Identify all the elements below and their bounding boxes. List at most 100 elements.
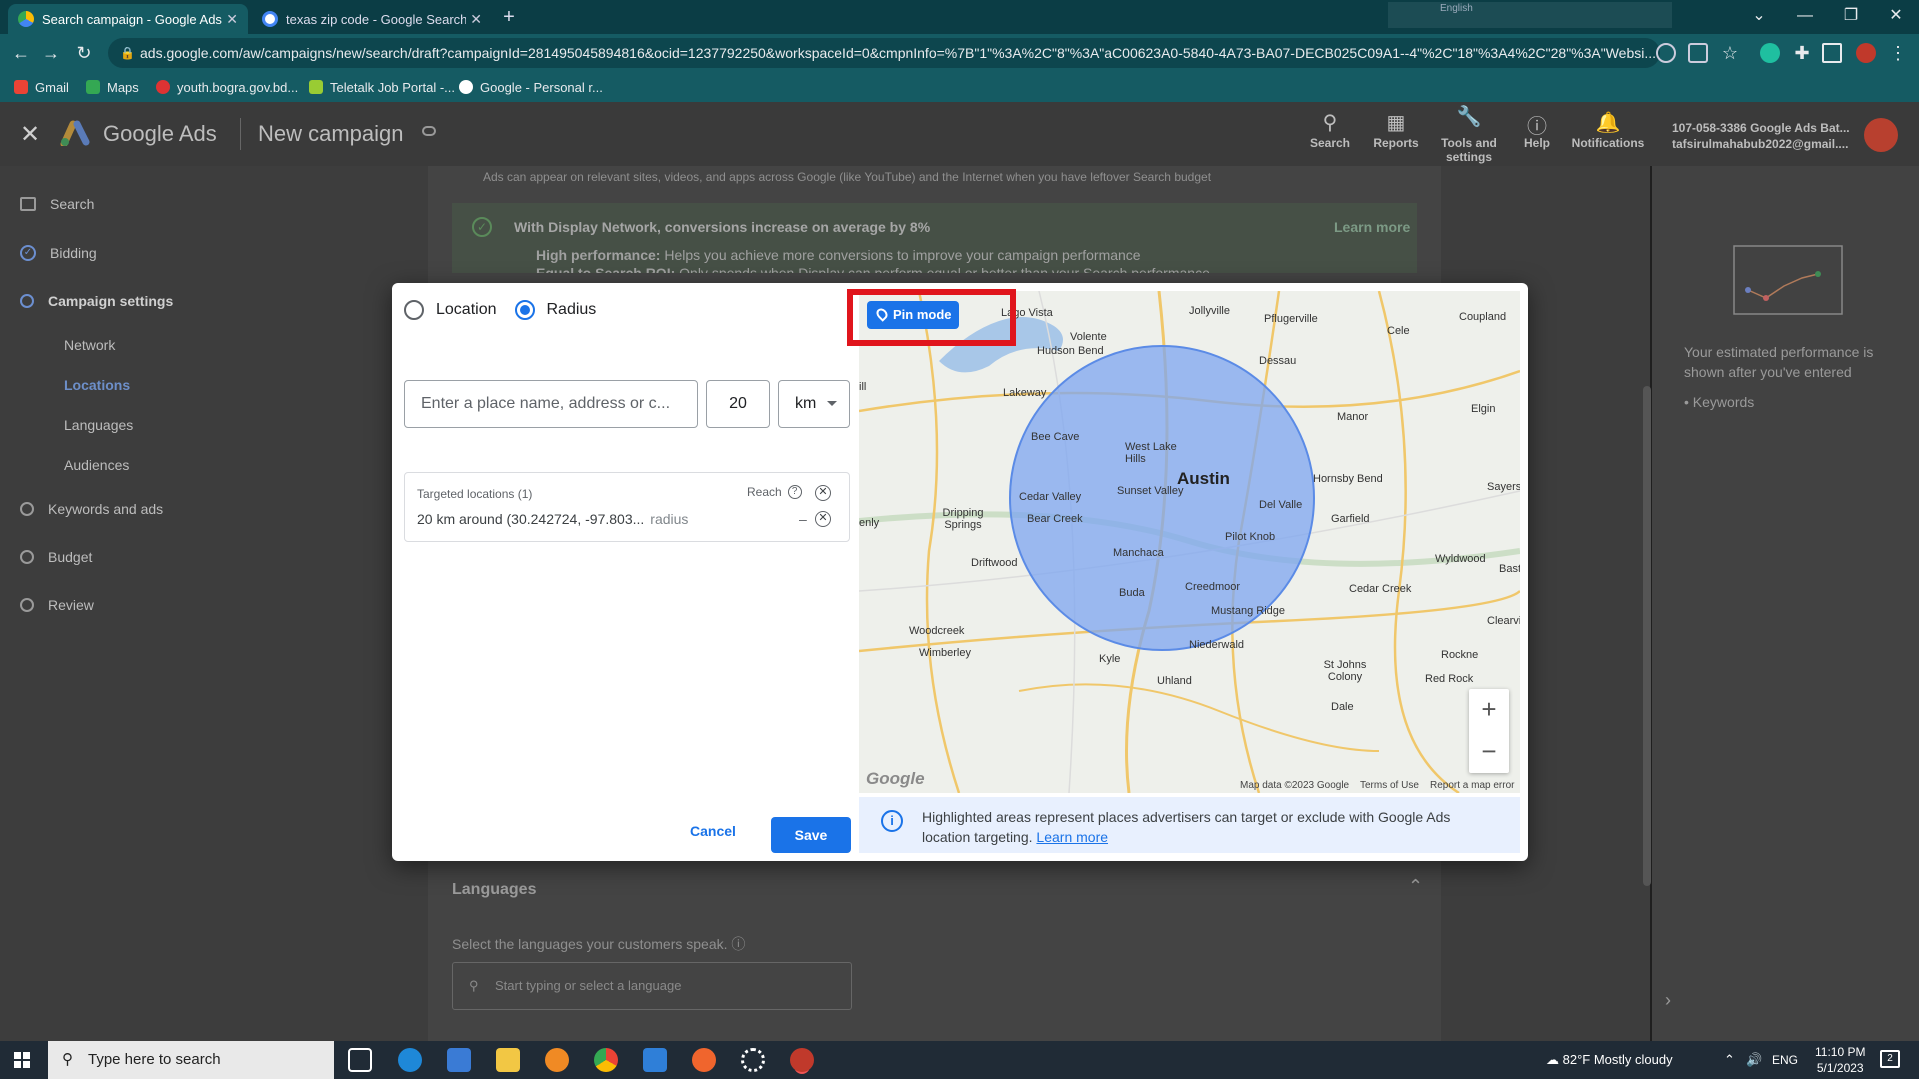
header-search-button[interactable]: ⚲ Search bbox=[1292, 110, 1368, 150]
browser-menu-icon[interactable]: ⋮ bbox=[1886, 41, 1910, 65]
close-tab-icon[interactable]: ✕ bbox=[470, 11, 482, 28]
place-search-input[interactable]: Enter a place name, address or c... bbox=[404, 380, 698, 428]
header-help-button[interactable]: ⓘ Help bbox=[1499, 110, 1575, 150]
url-field[interactable]: 🔒 ads.google.com/aw/campaigns/new/search… bbox=[108, 38, 1660, 68]
bookmark-maps[interactable]: Maps bbox=[86, 77, 139, 97]
sidebar-item-languages[interactable]: Languages bbox=[64, 409, 133, 441]
notification-center-icon[interactable]: 2 bbox=[1880, 1050, 1900, 1068]
help-icon: ⓘ bbox=[1527, 116, 1547, 138]
file-explorer-icon[interactable] bbox=[496, 1048, 520, 1072]
map-label: Clearvie bbox=[1487, 615, 1520, 627]
chrome-active-icon[interactable] bbox=[790, 1048, 814, 1072]
extension-m-icon[interactable] bbox=[1760, 43, 1780, 63]
new-tab-button[interactable]: + bbox=[497, 6, 521, 30]
tray-chevron-icon[interactable]: ⌃ bbox=[1724, 1041, 1735, 1079]
account-info[interactable]: 107-058-3386 Google Ads Bat... tafsirulm… bbox=[1672, 120, 1850, 152]
location-radio[interactable] bbox=[404, 300, 424, 320]
sidebar-item-search[interactable]: Search bbox=[20, 188, 94, 220]
google-lens-icon[interactable] bbox=[1656, 43, 1676, 63]
remove-all-icon[interactable]: ✕ bbox=[815, 485, 831, 501]
help-icon[interactable]: ? bbox=[787, 485, 802, 499]
sidebar-item-review[interactable]: Review bbox=[20, 589, 94, 621]
mail-icon[interactable] bbox=[643, 1048, 667, 1072]
language-search-input[interactable]: ⚲ Start typing or select a language bbox=[452, 962, 852, 1010]
bookmark-star-icon[interactable]: ☆ bbox=[1718, 41, 1742, 65]
task-view-icon[interactable] bbox=[348, 1048, 372, 1072]
close-tab-icon[interactable]: ✕ bbox=[226, 11, 238, 28]
header-reports-button[interactable]: ▦ Reports bbox=[1358, 110, 1434, 150]
reload-icon[interactable]: ↻ bbox=[72, 41, 96, 65]
radius-map[interactable]: Lago Vista Jollyville Pflugerville Cele … bbox=[859, 291, 1520, 793]
radius-radio[interactable] bbox=[514, 300, 535, 320]
banner-learn-more-link[interactable]: Learn more bbox=[1334, 219, 1410, 235]
tab-google-ads[interactable]: Search campaign - Google Ads B ✕ bbox=[8, 4, 248, 34]
bookmark-youth-bogra[interactable]: youth.bogra.gov.bd... bbox=[156, 77, 298, 97]
sidebar-item-audiences[interactable]: Audiences bbox=[64, 449, 129, 481]
account-avatar[interactable] bbox=[1864, 118, 1898, 152]
weather-widget[interactable]: ☁ 82°F Mostly cloudy bbox=[1546, 1041, 1673, 1079]
map-label: Wyldwood bbox=[1435, 553, 1486, 565]
firefox-icon[interactable] bbox=[692, 1048, 716, 1072]
save-button[interactable]: Save bbox=[771, 817, 851, 853]
location-radio-label[interactable]: Location bbox=[436, 301, 497, 319]
bookmark-gmail[interactable]: Gmail bbox=[14, 77, 69, 97]
volume-icon[interactable]: 🔊 bbox=[1746, 1041, 1762, 1079]
search-icon: ⚲ bbox=[62, 1051, 73, 1068]
page-title: New campaign bbox=[258, 121, 404, 146]
radius-unit-select[interactable]: km bbox=[778, 380, 850, 428]
sidebar-item-budget[interactable]: Budget bbox=[20, 541, 92, 573]
store-icon[interactable] bbox=[447, 1048, 471, 1072]
bookmark-google-personal[interactable]: Google - Personal r... bbox=[459, 77, 603, 97]
step-ring-icon bbox=[20, 294, 34, 308]
settings-gear-icon[interactable] bbox=[741, 1048, 765, 1072]
minimize-icon[interactable]: — bbox=[1782, 0, 1828, 34]
side-panel-icon[interactable] bbox=[1822, 43, 1842, 63]
windows-start-icon[interactable] bbox=[14, 1052, 30, 1068]
taskbar-clock[interactable]: 11:10 PM 5/1/2023 bbox=[1815, 1044, 1865, 1076]
sidebar-item-campaign-settings[interactable]: Campaign settings bbox=[20, 285, 173, 317]
radius-radio-label[interactable]: Radius bbox=[547, 301, 597, 319]
map-terms-link[interactable]: Terms of Use bbox=[1360, 780, 1419, 791]
help-icon[interactable]: ⓘ bbox=[731, 936, 745, 952]
search-app-icon[interactable] bbox=[545, 1048, 569, 1072]
profile-avatar[interactable] bbox=[1856, 43, 1876, 63]
bookmark-teletalk[interactable]: Teletalk Job Portal -... bbox=[309, 77, 455, 97]
header-notifications-button[interactable]: 🔔 Notifications bbox=[1570, 110, 1646, 150]
tab-search-icon[interactable]: ⌄ bbox=[1736, 0, 1782, 34]
header-tools-button[interactable]: 🔧 Tools and settings bbox=[1431, 107, 1507, 164]
cloud-icon: ☁ bbox=[1546, 1052, 1563, 1067]
search-icon: ⚲ bbox=[1322, 112, 1338, 134]
input-language[interactable]: ENG bbox=[1772, 1041, 1798, 1079]
step-ring-icon bbox=[20, 598, 34, 612]
zoom-in-icon[interactable]: + bbox=[1469, 689, 1509, 731]
zoom-out-icon[interactable]: − bbox=[1469, 731, 1509, 773]
page-scrollbar[interactable] bbox=[1643, 386, 1651, 886]
share-icon[interactable] bbox=[1688, 43, 1708, 63]
remove-location-icon[interactable]: ✕ bbox=[815, 511, 831, 527]
google-favicon-icon bbox=[262, 11, 278, 27]
extensions-puzzle-icon[interactable]: ✚ bbox=[1790, 41, 1814, 65]
close-window-icon[interactable]: ✕ bbox=[1873, 0, 1919, 34]
sidebar-item-keywords-ads[interactable]: Keywords and ads bbox=[20, 493, 163, 525]
map-label: Coupland bbox=[1459, 311, 1507, 323]
sidebar-item-locations[interactable]: Locations bbox=[64, 369, 130, 401]
chevron-right-icon[interactable]: › bbox=[1665, 990, 1671, 1011]
restore-icon[interactable]: ❐ bbox=[1828, 0, 1874, 34]
back-icon[interactable]: ← bbox=[9, 41, 33, 65]
radius-distance-input[interactable]: 20 bbox=[706, 380, 770, 428]
forward-icon[interactable]: → bbox=[39, 41, 63, 65]
edge-icon[interactable] bbox=[398, 1048, 422, 1072]
info-learn-more-link[interactable]: Learn more bbox=[1036, 829, 1108, 845]
tab-google-search[interactable]: texas zip code - Google Search ✕ bbox=[252, 4, 492, 34]
sidebar-item-network[interactable]: Network bbox=[64, 329, 115, 361]
map-label: Cedar Valley bbox=[1019, 491, 1082, 503]
chevron-up-icon[interactable]: ⌃ bbox=[1408, 876, 1423, 897]
maps-icon bbox=[86, 80, 100, 94]
cancel-button[interactable]: Cancel bbox=[690, 823, 736, 839]
sidebar-item-bidding[interactable]: ✓ Bidding bbox=[20, 237, 97, 269]
close-campaign-icon[interactable]: ✕ bbox=[20, 120, 40, 149]
taskbar-search-input[interactable]: ⚲ Type here to search bbox=[48, 1041, 334, 1079]
chrome-icon[interactable] bbox=[594, 1048, 618, 1072]
map-label: Niederwald bbox=[1189, 639, 1245, 651]
map-report-error-link[interactable]: Report a map error bbox=[1430, 780, 1514, 791]
